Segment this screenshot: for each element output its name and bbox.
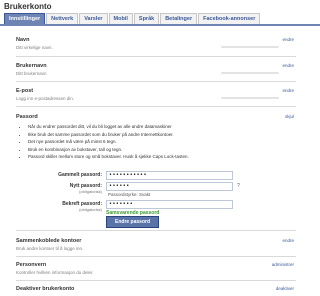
username-section: Brukernavn Ditt brukernavn endre <box>16 63 296 82</box>
hide-password-link[interactable]: skjul <box>285 114 294 119</box>
redacted-value <box>221 97 279 99</box>
section-title: Navn <box>16 37 30 43</box>
edit-username-link[interactable]: endre <box>282 63 294 68</box>
old-password-row: Gammelt passord: ••••••••••• <box>16 171 316 180</box>
new-password-field[interactable]: •••••• <box>106 182 233 191</box>
password-tips: Når du endrer passordet ditt, vil du bli… <box>16 123 296 161</box>
section-subtitle: Bruk andre kontoer til å logge inn. <box>16 246 84 251</box>
tab-settings[interactable]: Innstillinger <box>4 13 46 24</box>
new-password-row: Nytt passord: (obligatorisk) •••••• ? Pa… <box>16 182 316 197</box>
confirm-password-row: Bekreft passord: (obligatorisk) ••••••• … <box>16 200 316 216</box>
required-hint: (obligatorisk) <box>79 189 102 194</box>
list-item: Bruk en kombinasjon av bokstaver, tall o… <box>28 146 296 154</box>
tab-notifications[interactable]: Varsler <box>79 13 108 24</box>
manage-privacy-link[interactable]: administrer <box>272 262 294 267</box>
tab-facebook-ads[interactable]: Facebook-annonser <box>198 13 261 24</box>
change-password-button[interactable]: Endre passord <box>106 216 160 228</box>
linked-accounts-section: Sammenkoblede kontoer Bruk andre kontoer… <box>16 238 296 257</box>
list-item: Passord skiller mellom store og små boks… <box>28 153 296 161</box>
deactivate-account-link[interactable]: deaktiver <box>276 286 294 291</box>
list-item: Ikke bruk det samme passordet som du bru… <box>28 131 296 139</box>
confirm-password-field[interactable]: ••••••• <box>106 200 233 209</box>
tab-payments[interactable]: Betalinger <box>160 13 198 24</box>
name-section: Navn Ditt virkelige navn. endre <box>16 37 296 57</box>
redacted-value <box>221 72 279 74</box>
tab-language[interactable]: Språk <box>133 13 160 24</box>
list-item: Når du endrer passordet ditt, vil du bli… <box>28 123 296 131</box>
edit-name-link[interactable]: endre <box>282 37 294 42</box>
redacted-value <box>221 46 279 48</box>
password-strength: Passordstyrke: Svakt <box>108 192 151 197</box>
tab-underline <box>0 24 320 26</box>
section-title: E-post <box>16 88 34 94</box>
page-title: Brukerkonto <box>4 2 52 11</box>
section-title: Deaktiver brukerkonto <box>16 286 75 292</box>
section-title: Passord <box>16 114 38 120</box>
old-password-label: Gammelt passord: <box>58 172 102 178</box>
edit-email-link[interactable]: endre <box>282 88 294 93</box>
section-title: Sammenkoblede kontoer <box>16 238 82 244</box>
deactivate-section: Deaktiver brukerkonto deaktiver <box>16 286 296 295</box>
settings-tabs: Innstillinger Nettverk Varsler Mobil Spr… <box>4 13 261 24</box>
tab-mobile[interactable]: Mobil <box>108 13 133 24</box>
tab-network[interactable]: Nettverk <box>46 13 79 24</box>
section-title: Personvern <box>16 262 47 268</box>
section-subtitle: Kontroller hvilken informasjon du deler. <box>16 270 94 275</box>
password-section: Passord skjul Når du endrer passordet di… <box>16 114 296 231</box>
help-icon[interactable]: ? <box>237 183 240 189</box>
email-section: E-post Logg inn e-postadressen din. endr… <box>16 88 296 107</box>
privacy-section: Personvern Kontroller hvilken informasjo… <box>16 262 296 281</box>
edit-linked-accounts-link[interactable]: endre <box>282 238 294 243</box>
old-password-field[interactable]: ••••••••••• <box>106 171 233 180</box>
section-title: Brukernavn <box>16 63 47 69</box>
required-hint: (obligatorisk) <box>79 207 102 212</box>
list-item: Det nye passordet må være på minst 6 teg… <box>28 138 296 146</box>
